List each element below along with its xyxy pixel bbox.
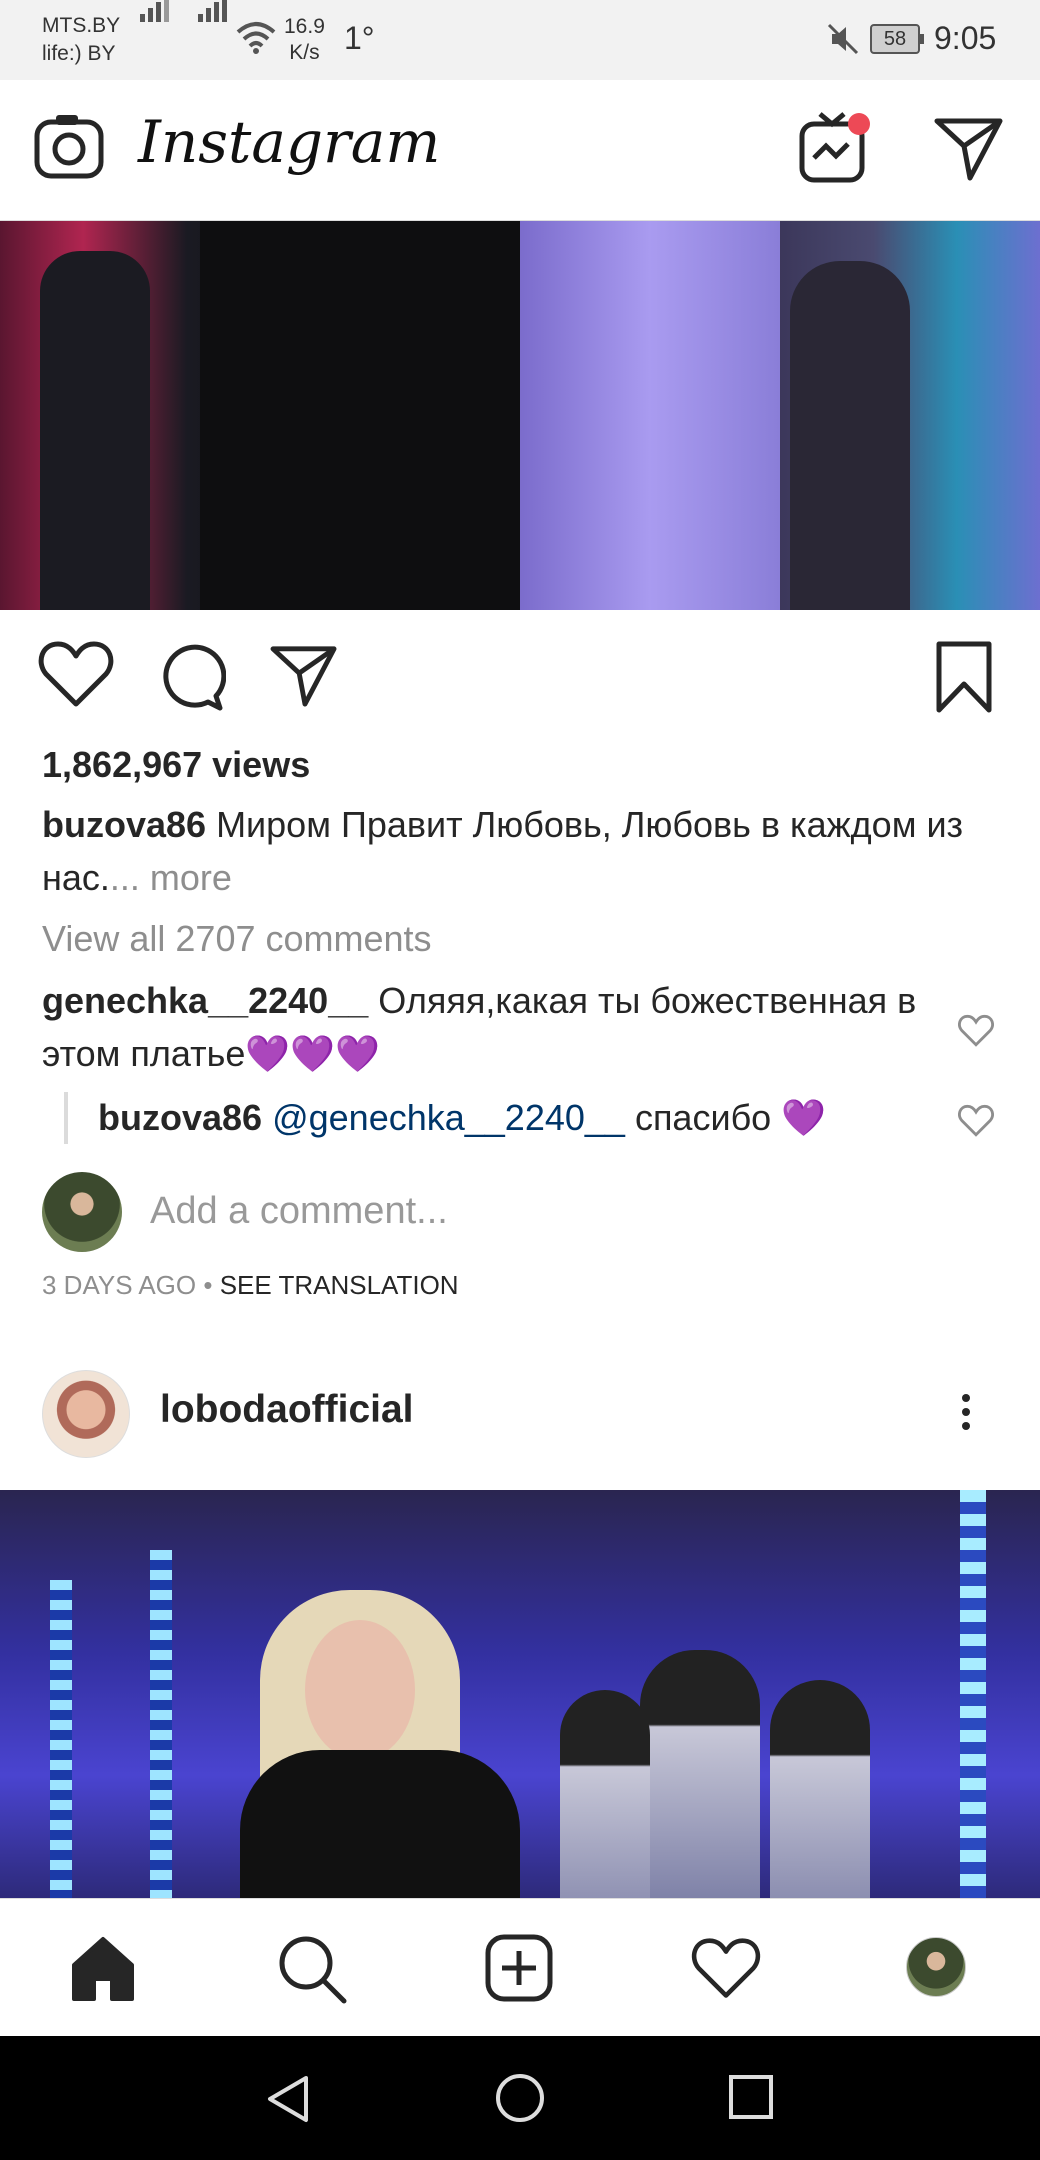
share-icon[interactable] — [270, 644, 338, 708]
reply-mention[interactable]: @genechka__2240__ — [272, 1097, 625, 1138]
speed-value: 16.9 — [284, 15, 325, 38]
caption-ellipsis: ... — [109, 857, 140, 898]
wifi-icon — [236, 22, 276, 54]
post-username[interactable]: lobodaofficial — [160, 1388, 414, 1432]
post-actions — [0, 610, 1040, 740]
notification-dot — [848, 113, 870, 135]
speed-unit: K/s — [289, 41, 320, 64]
comment-like-icon[interactable] — [958, 1014, 994, 1048]
post-caption: buzova86 Миром Правит Любовь, Любовь в к… — [42, 798, 1002, 904]
see-translation-link[interactable]: SEE TRANSLATION — [220, 1270, 459, 1300]
app-header: Instagram — [0, 80, 1040, 221]
reply-like-icon[interactable] — [958, 1104, 994, 1138]
home-icon[interactable] — [68, 1933, 138, 2003]
comment-item: genechka__2240__ Оляяя,какая ты божестве… — [42, 974, 942, 1080]
view-count[interactable]: 1,862,967 views — [42, 744, 310, 786]
post-age: 3 DAYS AGO — [42, 1270, 197, 1300]
meta-separator: • — [196, 1270, 220, 1300]
post-meta: 3 DAYS AGO • SEE TRANSLATION — [42, 1270, 459, 1301]
profile-avatar[interactable] — [906, 1937, 966, 1997]
caption-more-link[interactable]: more — [140, 857, 232, 898]
more-options-icon[interactable] — [962, 1388, 970, 1436]
bookmark-icon[interactable] — [934, 640, 994, 714]
clock: 9:05 — [934, 20, 997, 56]
network-speed: 16.9 K/s — [284, 14, 325, 66]
mute-icon — [827, 23, 859, 55]
post-media[interactable] — [0, 1490, 1040, 1898]
system-navigation-bar — [0, 2036, 1040, 2160]
bottom-tab-bar — [0, 1898, 1040, 2037]
battery-icon: 58 — [870, 24, 924, 54]
status-bar: MTS.BY life:) BY 16.9 K/s 1° 58 9:05 — [0, 0, 1040, 80]
search-icon[interactable] — [276, 1933, 348, 2005]
carrier-labels: MTS.BY life:) BY — [42, 12, 120, 68]
add-comment-input[interactable]: Add a comment... — [150, 1190, 448, 1233]
carrier-2: life:) BY — [42, 42, 116, 65]
avatar — [42, 1172, 122, 1252]
carrier-1: MTS.BY — [42, 14, 121, 37]
view-all-comments-link[interactable]: View all 2707 comments — [42, 918, 432, 960]
instagram-logo: Instagram — [138, 108, 441, 176]
add-post-icon[interactable] — [484, 1933, 554, 2003]
reply-text: спасибо 💜 — [624, 1097, 827, 1138]
home-circle-icon[interactable] — [494, 2072, 546, 2124]
avatar[interactable] — [42, 1370, 130, 1458]
direct-icon[interactable] — [934, 116, 1004, 182]
comment-icon[interactable] — [156, 642, 226, 712]
temperature: 1° — [344, 20, 375, 56]
activity-heart-icon[interactable] — [690, 1937, 762, 2001]
comment-reply: buzova86 @genechka__2240__ спасибо 💜 — [64, 1092, 826, 1144]
recents-icon[interactable] — [728, 2074, 774, 2120]
post-media[interactable] — [0, 221, 1040, 610]
comment-username[interactable]: genechka__2240__ — [42, 980, 368, 1021]
camera-icon[interactable] — [34, 112, 104, 182]
like-heart-icon[interactable] — [38, 640, 114, 710]
caption-username[interactable]: buzova86 — [42, 804, 206, 845]
back-icon[interactable] — [264, 2074, 312, 2124]
reply-username[interactable]: buzova86 — [98, 1097, 262, 1138]
